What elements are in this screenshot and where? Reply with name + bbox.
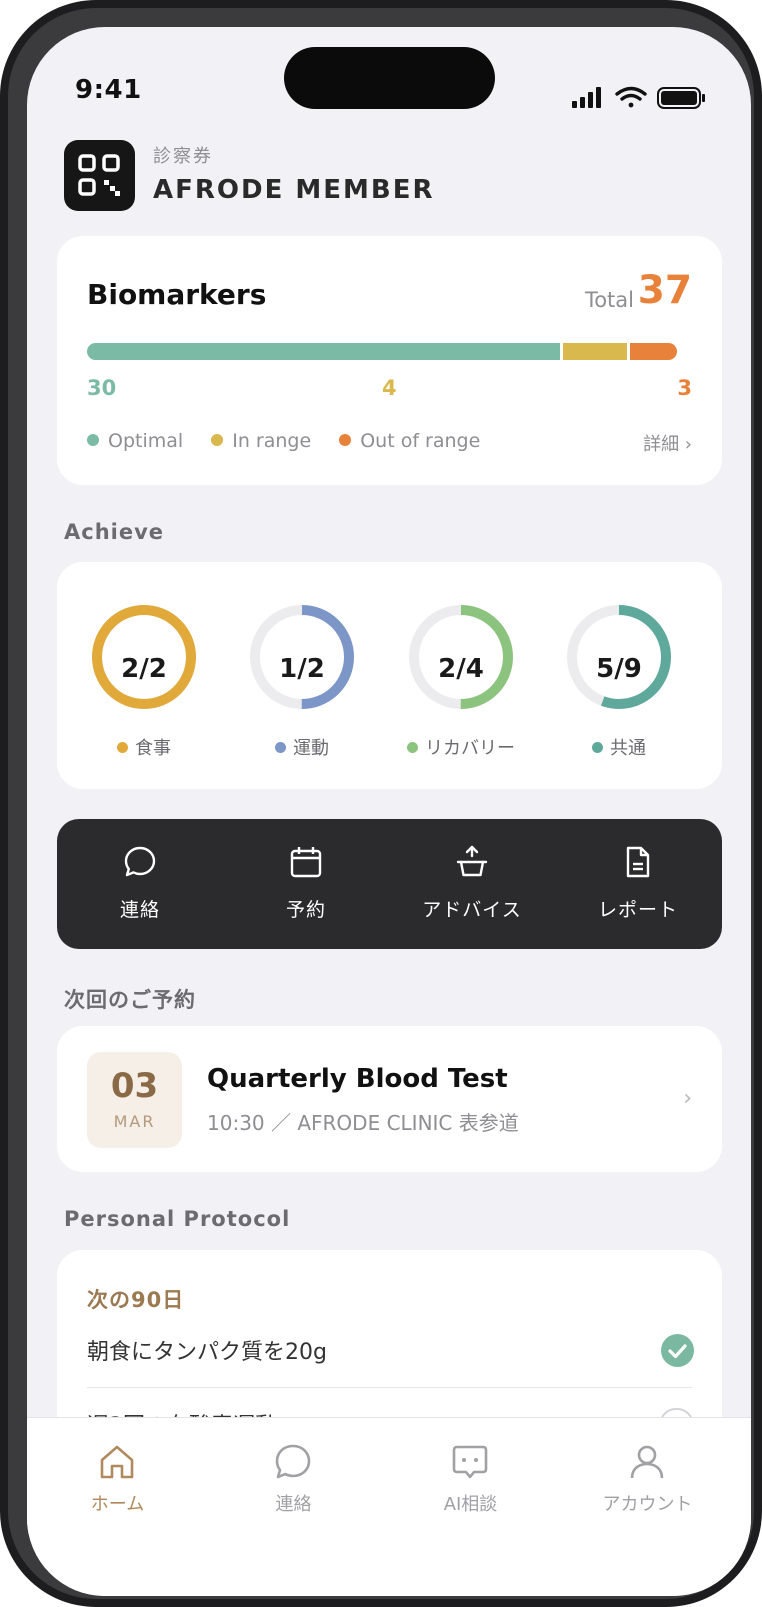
achieve-ring-caption: 運動 xyxy=(217,734,387,760)
count-optimal: 30 xyxy=(87,376,117,400)
qr-code-button[interactable] xyxy=(64,140,135,211)
tab-bar: ホーム 連絡 AI相談 アカウント xyxy=(27,1417,751,1596)
tab-contact-label: 連絡 xyxy=(275,1494,312,1515)
tab-ai-consult[interactable]: AI相談 xyxy=(380,1418,561,1528)
bar-in-range xyxy=(563,343,627,360)
tab-home[interactable]: ホーム xyxy=(27,1418,208,1528)
dynamic-island xyxy=(284,47,495,109)
action-advice[interactable]: アドバイス xyxy=(389,819,555,949)
biomarkers-title: Biomarkers xyxy=(87,278,267,311)
wifi-icon xyxy=(615,86,647,108)
chat-bubble-icon xyxy=(124,846,156,877)
screen: 9:41 診察券 AFRODE MEMBER Biomarkers Total … xyxy=(27,27,751,1596)
count-in-range: 4 xyxy=(382,376,397,400)
bar-optimal xyxy=(87,343,560,360)
legend-out-of-range: Out of range xyxy=(339,430,480,452)
action-contact-label: 連絡 xyxy=(119,899,160,921)
protocol-period: 次の90日 xyxy=(87,1288,185,1312)
battery-icon xyxy=(657,87,705,109)
biomarkers-legend: Optimal In range Out of range xyxy=(87,430,502,452)
achieve-ring-value: 2/4 xyxy=(438,654,484,684)
biomarkers-detail-link[interactable]: 詳細 › xyxy=(643,430,692,456)
tab-contact[interactable]: 連絡 xyxy=(203,1418,384,1528)
tab-account[interactable]: アカウント xyxy=(557,1418,738,1528)
appointment-day: 03 xyxy=(110,1066,159,1106)
phone-frame: 9:41 診察券 AFRODE MEMBER Biomarkers Total … xyxy=(0,0,762,1607)
action-booking[interactable]: 予約 xyxy=(223,819,389,949)
appointment-detail: 10:30 ／ AFRODE CLINIC 表参道 xyxy=(207,1111,519,1135)
achieve-ring-value: 5/9 xyxy=(596,654,642,684)
appointment-card[interactable]: 03 MAR Quarterly Blood Test 10:30 ／ AFRO… xyxy=(57,1026,722,1172)
achieve-ring-caption: 共通 xyxy=(534,734,704,760)
action-contact[interactable]: 連絡 xyxy=(57,819,223,949)
biomarkers-total-label: Total xyxy=(584,288,634,312)
header-subtitle: 診察券 xyxy=(153,146,213,167)
header-title: AFRODE MEMBER xyxy=(153,175,435,205)
achieve-ring-value: 2/2 xyxy=(121,654,167,684)
basket-icon xyxy=(456,845,488,877)
count-out-of-range: 3 xyxy=(677,376,692,400)
divider xyxy=(87,1387,692,1388)
ai-chat-icon xyxy=(452,1445,488,1479)
signal-icon xyxy=(572,87,601,108)
achieve-section-title: Achieve xyxy=(64,520,165,544)
tab-account-label: アカウント xyxy=(602,1494,693,1515)
status-time: 9:41 xyxy=(75,75,142,105)
chat-bubble-icon xyxy=(275,1444,311,1479)
achieve-ring-value: 1/2 xyxy=(279,654,325,684)
protocol-section-title: Personal Protocol xyxy=(64,1207,291,1231)
qr-code-icon xyxy=(78,154,120,196)
home-icon xyxy=(100,1445,134,1479)
legend-in-range: In range xyxy=(211,430,311,452)
achieve-ring-caption: リカバリー xyxy=(376,734,546,760)
action-report-label: レポート xyxy=(597,899,678,921)
bar-out-of-range xyxy=(630,343,677,360)
appointment-month: MAR xyxy=(113,1112,156,1131)
document-icon xyxy=(626,846,650,878)
action-advice-label: アドバイス xyxy=(422,899,522,921)
chevron-right-icon: › xyxy=(683,1086,692,1111)
biomarkers-total-value: 37 xyxy=(637,268,692,313)
action-report[interactable]: レポート xyxy=(555,819,721,949)
biomarkers-card[interactable]: Biomarkers Total 37 30 4 3 Optimal In ra… xyxy=(57,236,722,485)
calendar-icon xyxy=(290,847,322,878)
check-icon xyxy=(668,1344,687,1359)
achieve-card: 2/2 食事 1/2 運動 2/4 リカバリー 5/9 共通 xyxy=(57,562,722,789)
tab-ai-consult-label: AI相談 xyxy=(443,1494,498,1515)
appointment-section-title: 次回のご予約 xyxy=(64,988,196,1012)
tab-home-label: ホーム xyxy=(90,1494,145,1515)
appointment-title: Quarterly Blood Test xyxy=(207,1064,508,1094)
protocol-item-checkbox[interactable] xyxy=(661,1334,694,1367)
phone-bezel: 9:41 診察券 AFRODE MEMBER Biomarkers Total … xyxy=(8,8,754,1599)
achieve-ring-caption: 食事 xyxy=(59,734,229,760)
protocol-item: 朝食にタンパク質を20g xyxy=(87,1340,327,1365)
legend-optimal: Optimal xyxy=(87,430,183,452)
appointment-date-tile: 03 MAR xyxy=(87,1052,182,1148)
action-booking-label: 予約 xyxy=(285,899,326,921)
quick-actions-bar: 連絡 予約 アドバイス レポート xyxy=(57,819,722,949)
status-icons xyxy=(572,85,707,115)
person-icon xyxy=(630,1445,664,1479)
